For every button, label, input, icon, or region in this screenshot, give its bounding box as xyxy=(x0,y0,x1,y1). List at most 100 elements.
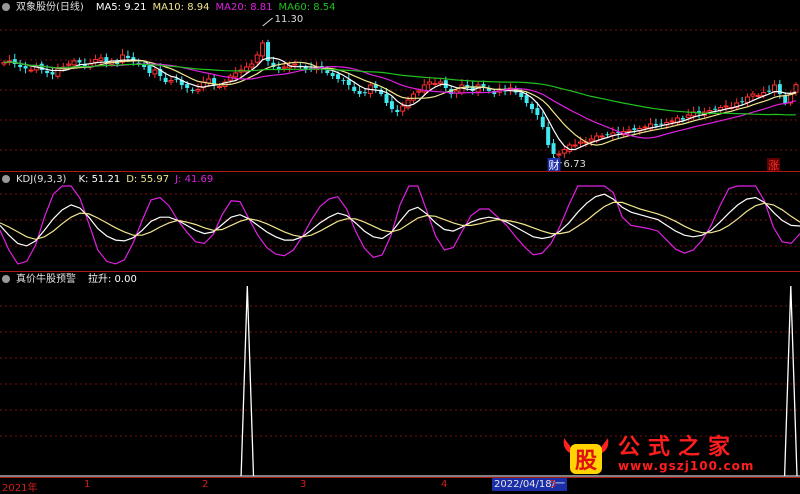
candle-body xyxy=(346,79,351,85)
price-indicator-list: MA5: 9.21 MA10: 8.94 MA20: 8.81 MA60: 8.54 xyxy=(90,2,342,13)
candle-body xyxy=(427,81,433,85)
candle-body xyxy=(416,90,422,93)
kdj-panel[interactable]: KDJ(9,3,3) K: 51.21 D: 55.97 J: 41.69 xyxy=(0,172,800,272)
candle-body xyxy=(98,57,104,61)
candle-body xyxy=(362,92,367,94)
bull-logo-icon: 股 xyxy=(560,432,612,476)
signal-header: 真价牛股预警 拉升: 0.00 xyxy=(2,274,149,286)
price-title: 双象股份(日线) xyxy=(16,2,84,13)
candle-body xyxy=(653,124,658,126)
panel-menu-icon[interactable] xyxy=(2,3,10,11)
signal-spike xyxy=(240,285,255,477)
candle-body xyxy=(152,69,158,75)
candle-body xyxy=(168,80,174,83)
kdj-title: KDJ(9,3,3) xyxy=(16,174,67,185)
candle-body xyxy=(125,55,130,58)
indicator-value: J: 41.69 xyxy=(175,174,214,185)
candle-body xyxy=(405,99,411,109)
indicator-value: K: 51.21 xyxy=(78,174,121,185)
candle-body xyxy=(588,138,594,142)
candle-body xyxy=(546,127,551,145)
site-watermark: 股 公式之家 www.gszj100.com xyxy=(560,432,754,476)
candle-body xyxy=(185,84,190,88)
ma20-line xyxy=(3,61,797,139)
candle-body xyxy=(745,96,751,103)
candle-body xyxy=(195,89,201,92)
candle-body xyxy=(750,93,756,97)
watermark-url: www.gszj100.com xyxy=(618,459,755,473)
candle-body xyxy=(599,135,605,138)
candle-body xyxy=(45,70,50,73)
ma60-line xyxy=(3,61,797,116)
axis-tick: 2 xyxy=(202,479,209,490)
candle-body xyxy=(77,60,82,63)
indicator-value: MA10: 8.94 xyxy=(152,2,210,13)
candle-body xyxy=(233,72,239,78)
candle-body xyxy=(55,68,61,77)
candle-body xyxy=(680,118,685,120)
axis-tick: 4 xyxy=(441,479,448,490)
candle-body xyxy=(147,65,152,73)
candle-body xyxy=(530,103,534,109)
axis-tick: 2021年 xyxy=(2,483,38,494)
candle-body xyxy=(519,92,524,97)
candle-body xyxy=(28,69,34,72)
price-header: 双象股份(日线) MA5: 9.21 MA10: 8.94 MA20: 8.81 MA6… xyxy=(2,2,348,14)
axis-tick: 5 xyxy=(550,479,557,490)
candle-body xyxy=(325,70,330,73)
candlestick-chart[interactable]: 11.306.73财涨 xyxy=(0,0,800,172)
candle-body xyxy=(341,79,346,81)
kdj-header: KDJ(9,3,3) K: 51.21 D: 55.97 J: 41.69 xyxy=(2,174,225,186)
candle-body xyxy=(755,95,761,97)
cai-tag-label: 财 xyxy=(549,158,560,172)
candle-body xyxy=(535,108,540,115)
indicator-value: 拉升: 0.00 xyxy=(88,274,137,285)
candle-body xyxy=(771,84,777,93)
watermark-title: 公式之家 xyxy=(618,434,739,460)
candle-body xyxy=(524,95,529,103)
candle-body xyxy=(384,94,389,103)
candle-body xyxy=(783,95,788,103)
candle-body xyxy=(767,90,772,92)
candle-body xyxy=(577,141,583,144)
axis-tick: 3 xyxy=(300,479,307,490)
candle-body xyxy=(400,105,406,112)
candle-body xyxy=(260,42,266,57)
candle-body xyxy=(642,126,648,129)
candle-body xyxy=(50,72,55,75)
candle-body xyxy=(632,128,637,130)
signal-title: 真价牛股预警 xyxy=(16,274,76,285)
ma5-line xyxy=(3,57,797,151)
candle-body xyxy=(93,59,99,63)
candle-body xyxy=(685,114,691,119)
candle-body xyxy=(330,73,335,76)
candle-body xyxy=(551,143,556,154)
candle-body xyxy=(481,84,486,87)
candle-body xyxy=(357,91,362,94)
candle-body xyxy=(281,66,287,69)
candle-body xyxy=(336,74,341,79)
indicator-value: MA5: 9.21 xyxy=(95,2,147,13)
candle-body xyxy=(605,134,610,136)
panel-menu-icon[interactable] xyxy=(2,175,10,183)
candle-body xyxy=(556,153,562,156)
candle-body xyxy=(352,86,357,91)
candle-body xyxy=(561,149,567,154)
candle-body xyxy=(71,60,77,66)
indicator-value: MA20: 8.81 xyxy=(215,2,273,13)
candle-body xyxy=(410,93,416,101)
axis-tick: 1 xyxy=(84,479,91,490)
candle-body xyxy=(659,123,664,125)
candle-body xyxy=(163,77,168,82)
candle-body xyxy=(572,144,578,147)
kdj-chart[interactable] xyxy=(0,172,800,272)
candle-body xyxy=(437,81,443,84)
price-panel[interactable]: 11.30 6.73 财涨 双象股份(日线) MA5: 9.21 MA10: 8.94 M… xyxy=(0,0,800,172)
high-marker-line xyxy=(262,17,273,27)
kdj-indicator-list: K: 51.21 D: 55.97 J: 41.69 xyxy=(72,174,219,185)
candle-body xyxy=(18,64,23,67)
candle-body xyxy=(249,63,255,68)
candle-body xyxy=(669,120,675,123)
date-axis[interactable]: 2021年 1 2 3 4 2022/04/18/一 5 xyxy=(0,477,800,494)
panel-menu-icon[interactable] xyxy=(2,275,10,283)
